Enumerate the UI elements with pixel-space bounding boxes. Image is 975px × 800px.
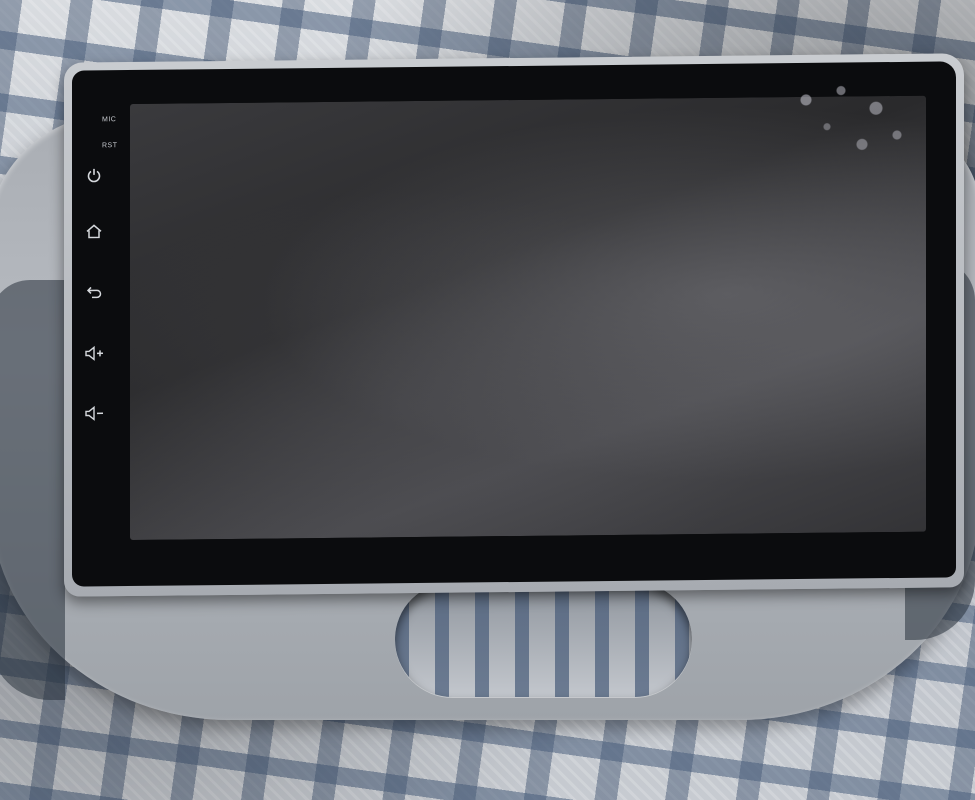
volume-up-button[interactable] xyxy=(81,340,107,366)
power-icon xyxy=(87,168,101,183)
head-unit-glass-bezel: MIC RST xyxy=(72,61,956,587)
volume-down-button[interactable] xyxy=(81,400,107,426)
home-icon xyxy=(86,224,102,239)
trim-left-opening xyxy=(0,280,65,700)
back-icon xyxy=(86,286,102,299)
water-droplets xyxy=(778,71,918,164)
home-button[interactable] xyxy=(81,218,107,244)
head-unit: MIC RST xyxy=(64,53,964,597)
back-button[interactable] xyxy=(81,278,107,304)
volume-up-icon xyxy=(85,345,103,361)
mic-label: MIC xyxy=(102,116,117,124)
power-button[interactable] xyxy=(81,162,107,188)
rst-label[interactable]: RST xyxy=(102,142,118,149)
trim-vent-slot xyxy=(395,582,692,697)
volume-down-icon xyxy=(85,405,103,421)
photo-scene: MIC RST xyxy=(0,0,975,800)
